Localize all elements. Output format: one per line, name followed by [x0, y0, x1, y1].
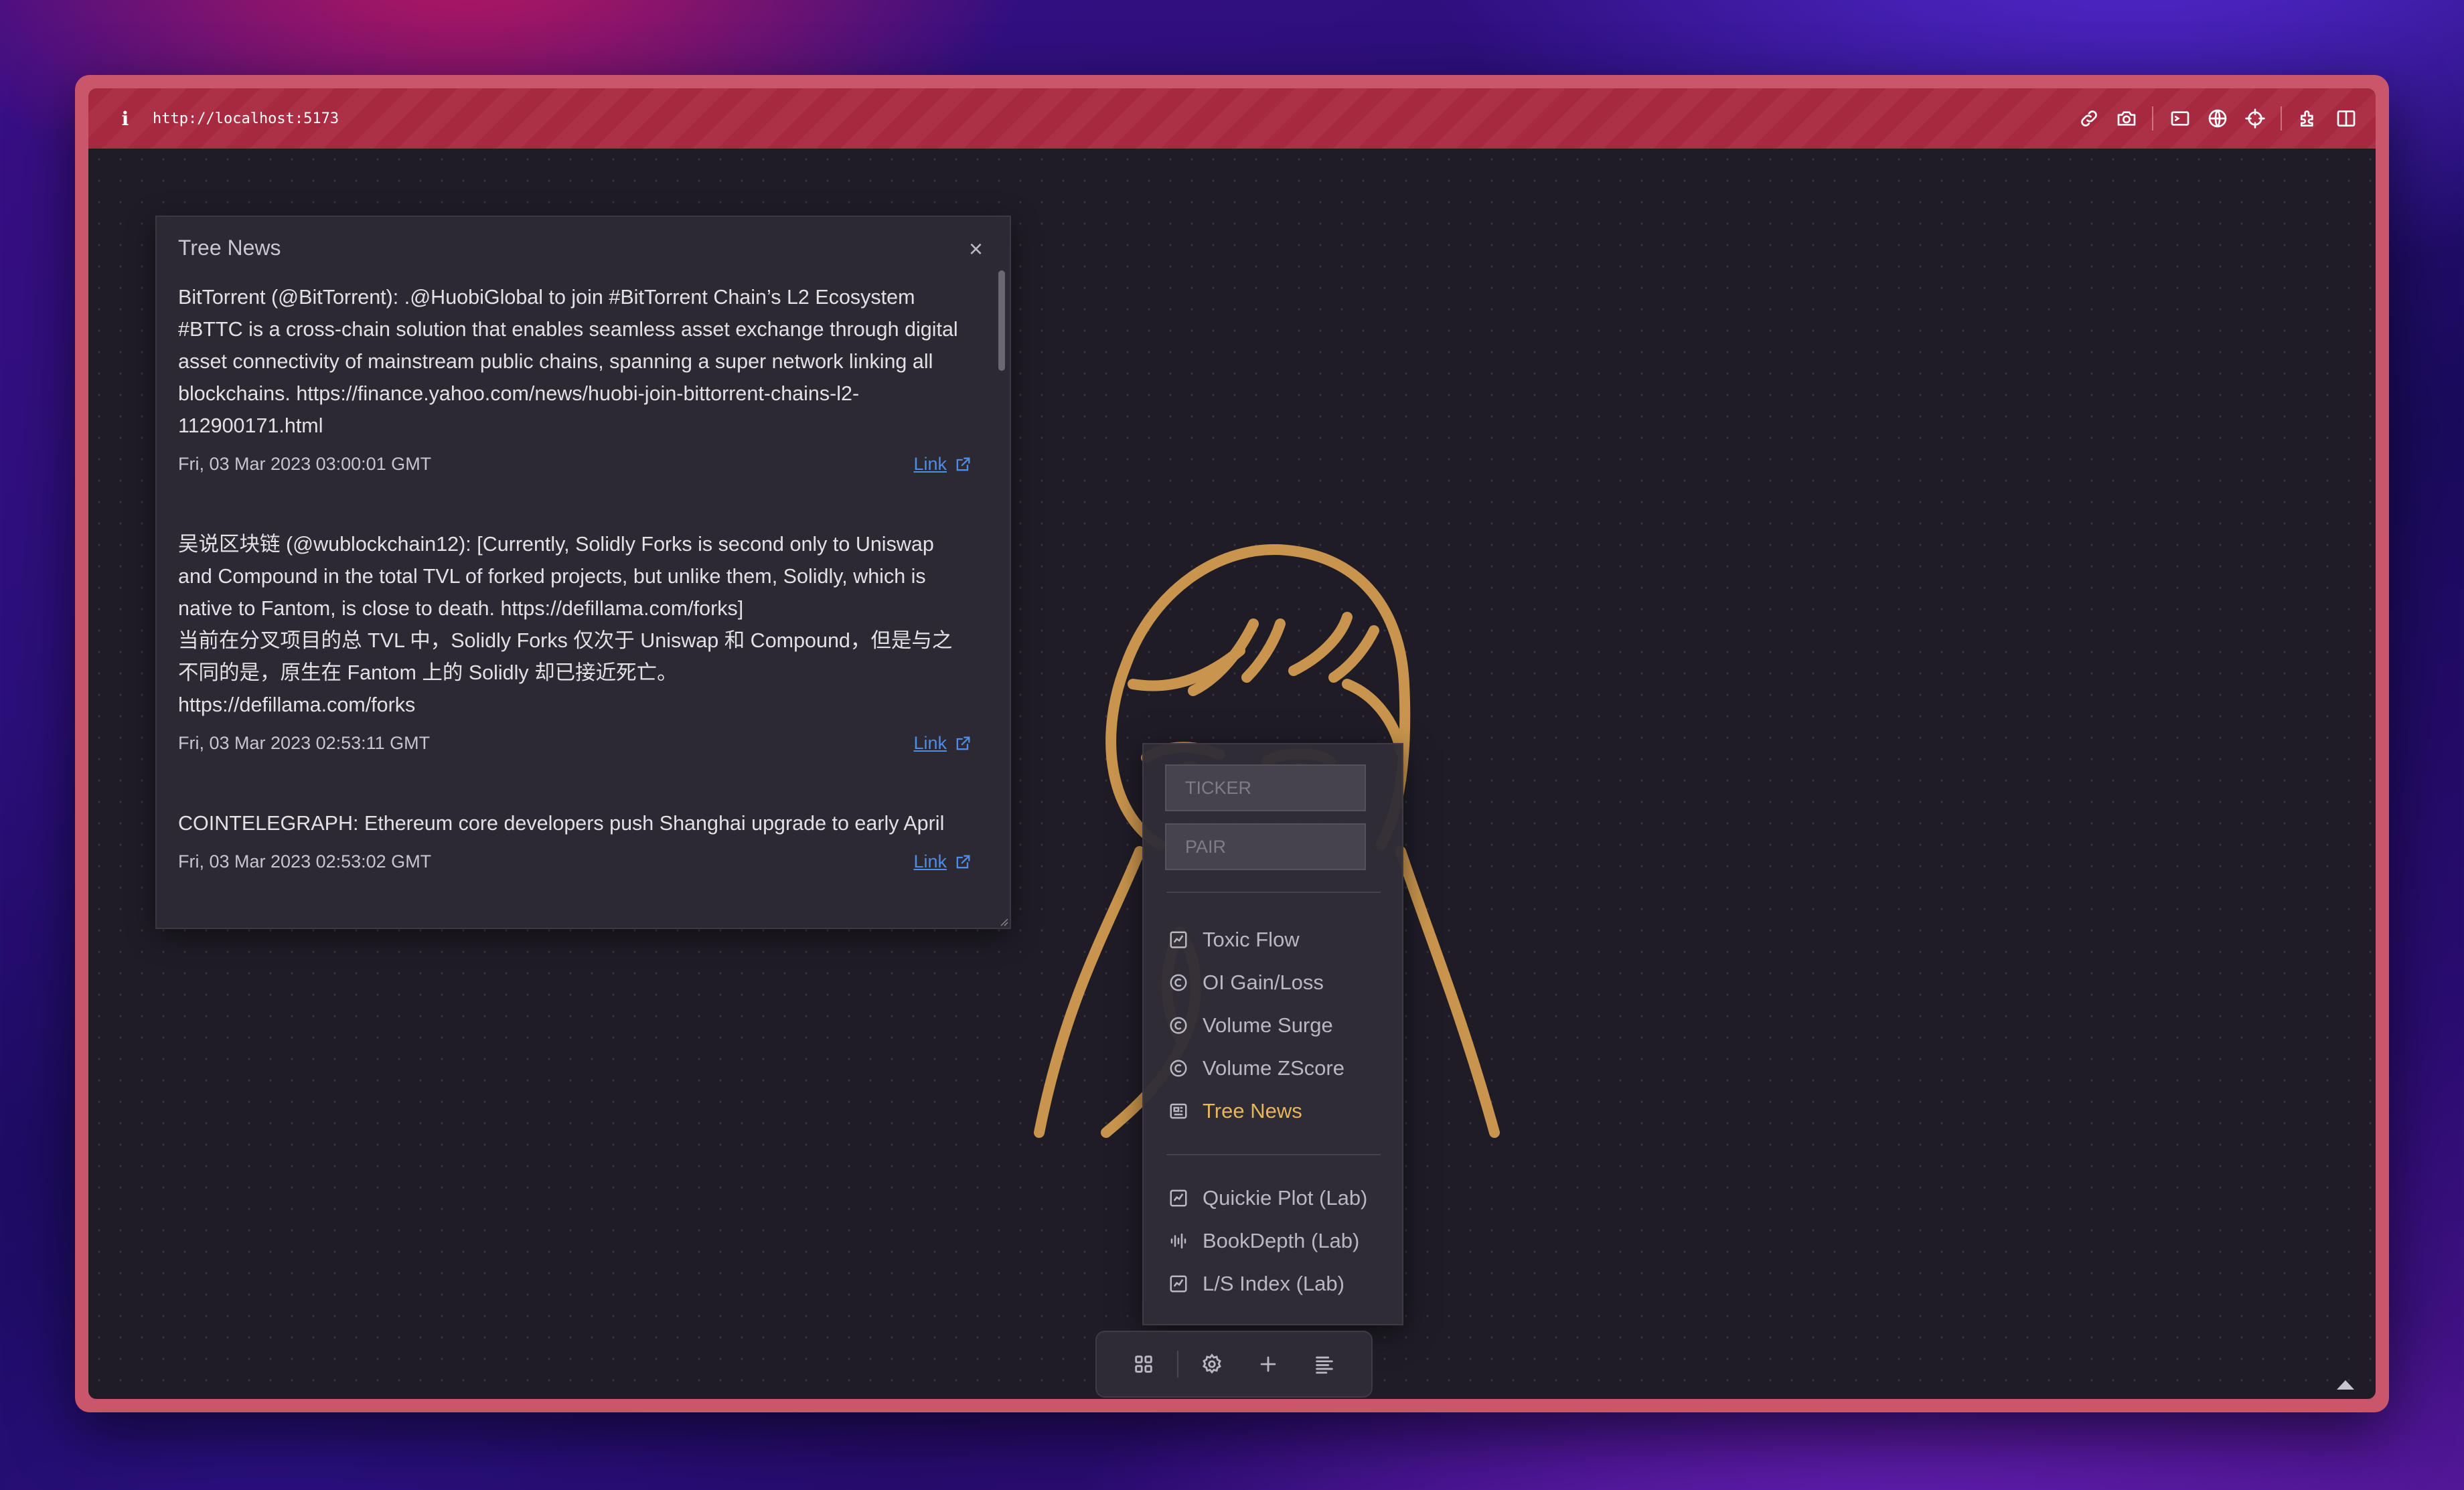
news-link-label: Link [913, 851, 947, 872]
panel-title: Tree News [178, 236, 281, 260]
split-view-icon[interactable] [2333, 105, 2360, 132]
titlebar-icons [2065, 105, 2360, 132]
gear-icon[interactable] [1192, 1344, 1232, 1384]
menu-item-quickie-plot[interactable]: Quickie Plot (Lab) [1168, 1181, 1367, 1216]
tree-news-panel: Tree News × BitTorrent (@BitTorrent): .@… [155, 216, 1011, 929]
menu-divider [1166, 892, 1381, 893]
menu-item-label: Tree News [1203, 1099, 1302, 1123]
coin-icon [1168, 1058, 1189, 1079]
chart-icon [1168, 1273, 1189, 1295]
coin-icon [1168, 1015, 1189, 1036]
menu-item-label: L/S Index (Lab) [1203, 1272, 1344, 1295]
ticker-input[interactable] [1165, 764, 1366, 811]
titlebar-separator [2281, 106, 2282, 131]
menu-item-tree-news[interactable]: Tree News [1168, 1094, 1302, 1129]
news-text: BitTorrent (@BitTorrent): .@HuobiGlobal … [178, 286, 958, 437]
titlebar-separator [2152, 106, 2153, 131]
newspaper-icon [1168, 1100, 1189, 1122]
menu-item-volume-surge[interactable]: Volume Surge [1168, 1008, 1333, 1043]
close-icon[interactable]: × [969, 237, 983, 261]
align-left-icon[interactable] [1304, 1344, 1344, 1384]
crosshair-icon[interactable] [2242, 105, 2268, 132]
news-link[interactable]: Link [913, 851, 972, 872]
camera-icon[interactable] [2113, 105, 2140, 132]
external-link-icon [956, 855, 970, 868]
news-text: 吴说区块链 (@wublockchain12): [Currently, Sol… [178, 533, 953, 716]
workspace-canvas: Tree News × BitTorrent (@BitTorrent): .@… [88, 149, 2376, 1399]
grid-icon[interactable] [1124, 1344, 1164, 1384]
bottom-toolbar [1095, 1331, 1373, 1398]
news-link-label: Link [913, 733, 947, 753]
menu-item-volume-zscore[interactable]: Volume ZScore [1168, 1051, 1344, 1086]
coin-icon [1168, 972, 1189, 993]
depth-bars-icon [1168, 1230, 1189, 1252]
menu-item-label: BookDepth (Lab) [1203, 1229, 1360, 1252]
news-meta: Fri, 03 Mar 2023 02:53:02 GMT Link [178, 851, 972, 872]
url-display: http://localhost:5173 [153, 110, 339, 127]
collapse-arrow-icon[interactable] [2334, 1378, 2357, 1391]
news-date: Fri, 03 Mar 2023 02:53:02 GMT [178, 851, 432, 872]
title-bar: i http://localhost:5173 [88, 88, 2376, 149]
toolbar-separator [1177, 1351, 1178, 1378]
menu-item-toxic-flow[interactable]: Toxic Flow [1168, 922, 1300, 957]
news-feed: BitTorrent (@BitTorrent): .@HuobiGlobal … [178, 281, 972, 926]
menu-item-label: Quickie Plot (Lab) [1203, 1186, 1368, 1210]
external-link-icon [956, 457, 970, 471]
news-date: Fri, 03 Mar 2023 03:00:01 GMT [178, 454, 432, 474]
external-link-icon [956, 736, 970, 750]
menu-item-ls-index[interactable]: L/S Index (Lab) [1168, 1266, 1344, 1301]
globe-icon[interactable] [2204, 105, 2231, 132]
news-date: Fri, 03 Mar 2023 02:53:11 GMT [178, 733, 431, 753]
menu-item-label: OI Gain/Loss [1203, 971, 1324, 994]
menu-item-oi-gain-loss[interactable]: OI Gain/Loss [1168, 965, 1324, 1000]
news-link-label: Link [913, 454, 947, 474]
menu-item-label: Volume ZScore [1203, 1056, 1344, 1080]
menu-item-bookdepth[interactable]: BookDepth (Lab) [1168, 1224, 1359, 1258]
news-item: COINTELEGRAPH: Ethereum core developers … [178, 807, 972, 872]
terminal-icon[interactable] [2167, 105, 2193, 132]
panel-scrollbar[interactable] [996, 264, 1007, 920]
widget-menu: Toxic Flow OI Gain/Loss Volume Surge Vol… [1142, 743, 1403, 1325]
chart-icon [1168, 929, 1189, 950]
menu-divider [1166, 1154, 1381, 1155]
browser-window: i http://localhost:5173 Tree News × BitT… [75, 75, 2389, 1412]
news-meta: Fri, 03 Mar 2023 03:00:01 GMT Link [178, 454, 972, 475]
news-item: BitTorrent (@BitTorrent): .@HuobiGlobal … [178, 281, 972, 475]
news-meta: Fri, 03 Mar 2023 02:53:11 GMT Link [178, 733, 972, 754]
menu-item-label: Toxic Flow [1203, 928, 1300, 951]
chart-icon [1168, 1187, 1189, 1209]
info-icon[interactable]: i [115, 105, 135, 132]
scrollbar-thumb[interactable] [998, 270, 1005, 371]
plus-icon[interactable] [1248, 1344, 1288, 1384]
news-item: 吴说区块链 (@wublockchain12): [Currently, Sol… [178, 528, 972, 754]
news-link[interactable]: Link [913, 733, 972, 754]
menu-item-label: Volume Surge [1203, 1013, 1333, 1037]
resize-grip-icon[interactable] [998, 916, 1008, 926]
pair-input[interactable] [1165, 823, 1366, 870]
link-icon[interactable] [2076, 105, 2102, 132]
news-text: COINTELEGRAPH: Ethereum core developers … [178, 812, 945, 835]
news-link[interactable]: Link [913, 454, 972, 475]
extension-icon[interactable] [2295, 105, 2322, 132]
